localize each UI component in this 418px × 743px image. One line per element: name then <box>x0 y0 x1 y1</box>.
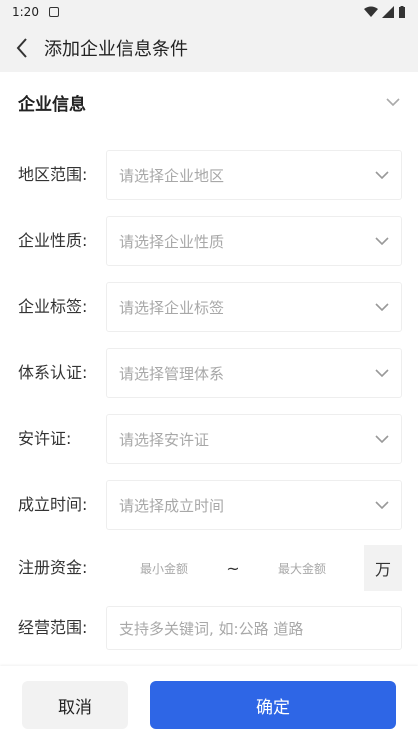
range-separator: ~ <box>226 558 240 578</box>
select-placeholder: 请选择管理体系 <box>119 364 225 383</box>
tags-select[interactable]: 请选择企业标签 <box>106 282 402 332</box>
chevron-down-icon <box>386 98 400 106</box>
section-header[interactable]: 企业信息 <box>0 72 418 132</box>
page-title: 添加企业信息条件 <box>44 39 188 60</box>
confirm-button[interactable]: 确定 <box>150 681 396 729</box>
max-amount-input[interactable]: 最大金额 <box>244 560 360 577</box>
field-business-scope: 经营范围: 支持多关键词, 如:公路 道路 <box>0 606 418 650</box>
field-label: 注册资金: <box>18 558 88 577</box>
chevron-left-icon <box>16 38 27 58</box>
field-established-date: 成立时间: 请选择成立时间 <box>0 480 418 530</box>
region-select[interactable]: 请选择企业地区 <box>106 150 402 200</box>
min-amount-input[interactable]: 最小金额 <box>106 560 222 577</box>
field-label: 企业性质: <box>18 231 88 250</box>
certification-select[interactable]: 请选择管理体系 <box>106 348 402 398</box>
field-label: 地区范围: <box>18 165 88 184</box>
select-placeholder: 请选择安许证 <box>119 430 210 449</box>
select-placeholder: 请选择企业地区 <box>119 166 225 185</box>
field-nature: 企业性质: 请选择企业性质 <box>0 216 418 266</box>
select-placeholder: 请选择成立时间 <box>119 496 225 515</box>
business-scope-input[interactable]: 支持多关键词, 如:公路 道路 <box>106 606 402 650</box>
status-icons <box>364 6 406 18</box>
capital-range: 最小金额 ~ 最大金额 万 <box>106 545 402 591</box>
field-certification: 体系认证: 请选择管理体系 <box>0 348 418 398</box>
chevron-down-icon <box>375 171 389 179</box>
chevron-down-icon <box>375 369 389 377</box>
field-label: 企业标签: <box>18 297 88 316</box>
section-title: 企业信息 <box>18 94 86 115</box>
field-label: 成立时间: <box>18 495 88 514</box>
nature-select[interactable]: 请选择企业性质 <box>106 216 402 266</box>
signal-icon <box>382 6 394 18</box>
app-bar: 添加企业信息条件 <box>0 24 418 72</box>
unit-label: 万 <box>364 545 402 591</box>
field-registered-capital: 注册资金: 最小金额 ~ 最大金额 万 <box>0 545 418 591</box>
select-placeholder: 请选择企业性质 <box>119 232 225 251</box>
wifi-icon <box>364 6 378 17</box>
safety-license-select[interactable]: 请选择安许证 <box>106 414 402 464</box>
field-label: 经营范围: <box>18 618 88 637</box>
cancel-button[interactable]: 取消 <box>22 681 128 729</box>
notification-icon <box>48 7 59 17</box>
chevron-down-icon <box>375 501 389 509</box>
select-placeholder: 请选择企业标签 <box>119 298 225 317</box>
field-label: 体系认证: <box>18 363 88 382</box>
chevron-down-icon <box>375 303 389 311</box>
chevron-down-icon <box>375 435 389 443</box>
field-safety-license: 安许证: 请选择安许证 <box>0 414 418 464</box>
bottom-action-bar: 取消 确定 <box>0 666 418 743</box>
battery-icon <box>399 6 405 18</box>
status-time: 1:20 <box>12 5 39 19</box>
established-date-select[interactable]: 请选择成立时间 <box>106 480 402 530</box>
status-bar: 1:20 <box>0 0 418 24</box>
field-region: 地区范围: 请选择企业地区 <box>0 150 418 200</box>
chevron-down-icon <box>375 237 389 245</box>
field-tags: 企业标签: 请选择企业标签 <box>0 282 418 332</box>
field-label: 安许证: <box>18 429 72 448</box>
input-placeholder: 支持多关键词, 如:公路 道路 <box>119 619 304 638</box>
back-button[interactable] <box>0 24 44 72</box>
